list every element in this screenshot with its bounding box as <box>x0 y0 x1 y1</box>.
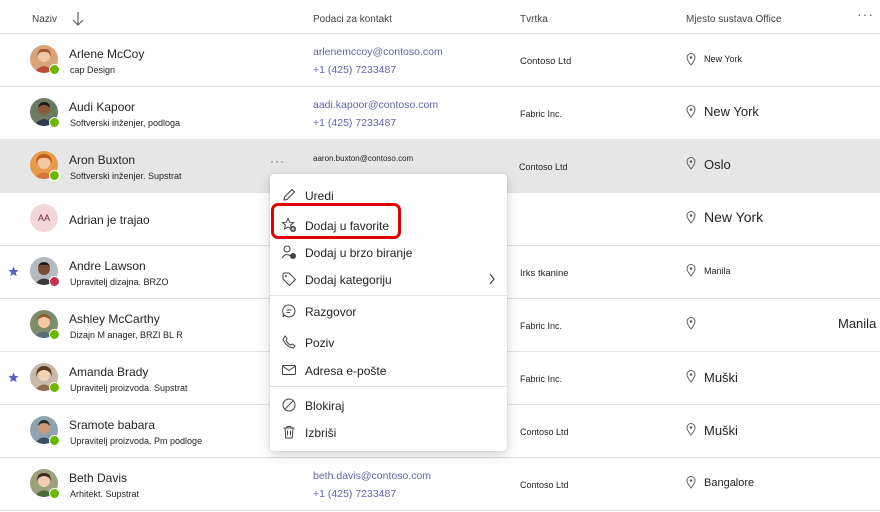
contact-email[interactable]: aaron.buxton@contoso.com <box>313 154 413 163</box>
contact-name[interactable]: Audi Kapoor <box>69 100 135 114</box>
annotation-highlight-box <box>271 203 401 239</box>
phone-icon <box>282 335 296 349</box>
chevron-right-icon <box>489 273 495 285</box>
contact-title: Upravitelj dizajna. BRZO <box>70 277 169 287</box>
location-pin-icon <box>686 423 696 436</box>
menu-item-add-category[interactable]: Dodaj kategoriju <box>270 266 507 292</box>
contact-company: Fabric Inc. <box>520 374 563 384</box>
column-header-company[interactable]: Tvrtka <box>520 14 548 25</box>
menu-divider <box>270 386 507 387</box>
menu-divider <box>270 295 507 296</box>
contact-company: Contoso Ltd <box>519 162 568 172</box>
presence-available-icon <box>49 170 60 181</box>
favorite-star-icon <box>8 372 19 383</box>
column-header-name[interactable]: Naziv <box>32 14 57 25</box>
trash-icon <box>283 426 295 439</box>
contact-title: cap Design <box>70 65 116 75</box>
contact-company: Fabric Inc. <box>520 321 563 331</box>
pencil-icon <box>283 188 296 201</box>
presence-available-icon <box>49 435 60 446</box>
more-icon[interactable]: ··· <box>857 6 874 22</box>
menu-item-chat[interactable]: Razgovor <box>270 298 507 324</box>
contact-title: Upravitelj proizvoda. Pm podloge <box>70 436 203 446</box>
contact-title: Dizajn M anager, BRZI BL R <box>70 330 183 340</box>
location-pin-icon <box>686 317 696 330</box>
contact-email[interactable]: beth.davis@contoso.com <box>313 470 431 482</box>
block-icon <box>282 398 296 412</box>
contact-name[interactable]: Andre Lawson <box>69 259 146 273</box>
contact-title: Upravitelj proizvoda. Supstrat <box>70 383 188 393</box>
menu-item-block[interactable]: Blokiraj <box>270 392 507 418</box>
contact-name[interactable]: Amanda Brady <box>69 365 148 379</box>
table-row[interactable]: Beth Davis Arhitekt. Supstrat beth.davis… <box>0 458 880 511</box>
contact-name[interactable]: Arlene McCoy <box>69 47 144 61</box>
contact-name[interactable]: Sramote babara <box>69 418 155 432</box>
contact-name[interactable]: Adrian je trajao <box>69 213 150 227</box>
contact-company: Contoso Ltd <box>520 56 572 67</box>
contact-email[interactable]: arlenemccoy@contoso.com <box>313 46 443 58</box>
contact-title: Arhitekt. Supstrat <box>70 489 140 499</box>
contact-location: Bangalore <box>704 477 755 489</box>
row-more-options-icon[interactable]: ··· <box>270 154 285 168</box>
presence-available-icon <box>49 488 60 499</box>
menu-item-call[interactable]: Poziv <box>270 329 507 355</box>
contact-phone[interactable]: +1 (425) 7233487 <box>313 488 396 500</box>
location-pin-icon <box>686 105 696 118</box>
contact-location: New York <box>704 54 743 64</box>
contact-title: Softverski inženjer. Supstrat <box>70 171 182 181</box>
contact-name[interactable]: Beth Davis <box>69 471 127 485</box>
contact-name[interactable]: Ashley McCarthy <box>69 312 160 326</box>
presence-busy-icon <box>49 276 60 287</box>
sort-down-icon[interactable] <box>72 11 84 27</box>
column-header-contact[interactable]: Podaci za kontakt <box>313 14 392 25</box>
contact-company: Contoso Ltd <box>520 480 569 490</box>
menu-item-delete[interactable]: Izbriši <box>270 419 507 445</box>
location-pin-icon <box>686 370 696 383</box>
table-header: Naziv Podaci za kontakt Tvrtka Mjesto su… <box>0 0 880 34</box>
contact-location: Muški <box>704 423 738 438</box>
location-pin-icon <box>686 476 696 489</box>
contact-phone[interactable]: +1 (425) 7233487 <box>313 117 396 129</box>
speed-dial-icon <box>281 245 296 259</box>
table-row[interactable]: Arlene McCoy cap Design arlenemccoy@cont… <box>0 34 880 87</box>
table-row[interactable]: Audi Kapoor Softverski inženjer, podloga… <box>0 87 880 140</box>
contact-location: Manila <box>704 266 731 276</box>
menu-item-email[interactable]: Adresa e-pošte <box>270 357 507 383</box>
contact-title: Softverski inženjer, podloga <box>70 118 181 128</box>
contact-phone[interactable]: +1 (425) 7233487 <box>313 64 396 76</box>
contact-location: Muški <box>704 370 738 385</box>
location-pin-icon <box>686 53 696 66</box>
contact-company: Irks tkanine <box>520 268 569 279</box>
menu-item-add-speed-dial[interactable]: Dodaj u brzo biranje <box>270 239 507 265</box>
presence-available-icon <box>49 382 60 393</box>
contact-company: Fabric Inc. <box>520 109 563 119</box>
presence-available-icon <box>49 64 60 75</box>
contact-location: New York <box>704 104 759 119</box>
contact-company: Contoso Ltd <box>520 427 569 437</box>
contact-location-overflow: Manila <box>838 316 877 331</box>
contact-name[interactable]: Aron Buxton <box>69 153 135 167</box>
location-pin-icon <box>686 211 696 224</box>
contact-location: Oslo <box>704 157 731 172</box>
column-header-location[interactable]: Mjesto sustava Office <box>686 14 781 25</box>
tag-icon <box>282 272 297 287</box>
contact-location: New York <box>704 209 764 225</box>
presence-available-icon <box>49 329 60 340</box>
presence-available-icon <box>49 117 60 128</box>
location-pin-icon <box>686 157 696 170</box>
avatar-initials: AA <box>30 204 58 232</box>
location-pin-icon <box>686 264 696 277</box>
contact-email[interactable]: aadi.kapoor@contoso.com <box>313 99 438 111</box>
mail-icon <box>282 365 296 375</box>
chat-icon <box>282 304 296 318</box>
favorite-star-icon <box>8 266 19 277</box>
